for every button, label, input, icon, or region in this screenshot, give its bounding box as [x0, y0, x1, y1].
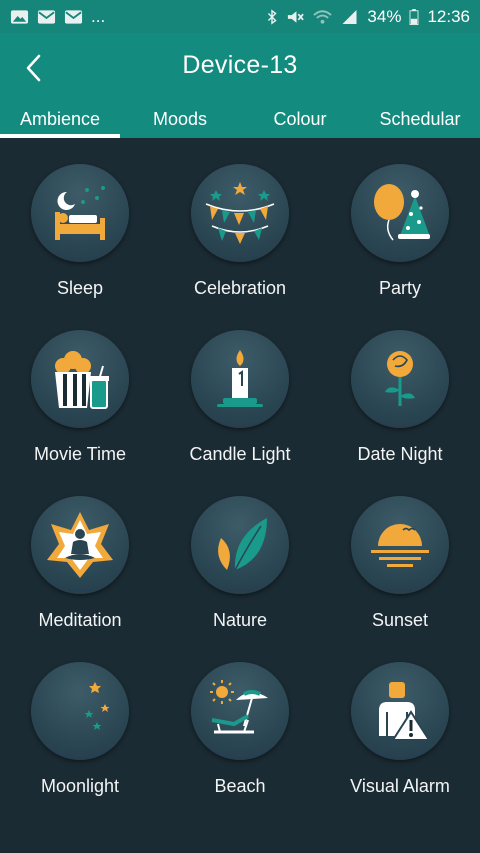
ambience-label: Visual Alarm [350, 776, 450, 796]
ambience-button[interactable] [351, 164, 449, 262]
ambience-tile-candle-light[interactable]: Candle Light [160, 304, 320, 470]
ambience-label: Sunset [371, 610, 429, 630]
ambience-tile-sleep[interactable]: Sleep [0, 138, 160, 304]
ambience-button[interactable] [31, 496, 129, 594]
ambience-button[interactable] [31, 164, 129, 262]
ambience-tile-beach[interactable]: Beach [160, 636, 320, 802]
battery-percent: 34% [367, 6, 402, 26]
ambience-button[interactable] [351, 496, 449, 594]
celebration-icon [205, 182, 275, 244]
ambience-tile-meditation[interactable]: Meditation [0, 470, 160, 636]
candle-light-icon [217, 350, 263, 407]
tab-schedular[interactable]: Schedular [360, 105, 480, 138]
ambience-label: Date Night [357, 444, 443, 464]
movie-time-icon [55, 351, 109, 409]
tab-colour[interactable]: Colour [240, 105, 360, 138]
mail-icon [64, 9, 83, 24]
date-night-icon [385, 351, 415, 406]
clock: 12:36 [427, 6, 470, 26]
ambience-label: Nature [212, 610, 268, 630]
wifi-icon [313, 9, 333, 24]
ambience-label: Candle Light [189, 444, 291, 464]
ambience-label: Celebration [193, 278, 287, 298]
nature-icon [218, 518, 267, 571]
ambience-button[interactable] [351, 330, 449, 428]
ambience-tile-movie-time[interactable]: Movie Time [0, 304, 160, 470]
ambience-button[interactable] [31, 662, 129, 760]
moonlight-icon [60, 682, 110, 738]
ambience-label: Meditation [38, 610, 122, 630]
tab-ambience[interactable]: Ambience [0, 105, 120, 138]
more-notifications: ... [91, 6, 106, 26]
ambience-label: Beach [214, 776, 266, 796]
ambience-tile-visual-alarm[interactable]: Visual Alarm [320, 636, 480, 802]
ambience-label: Movie Time [33, 444, 127, 464]
status-bar: ... 34% 12:36 [0, 0, 480, 33]
party-icon [374, 184, 430, 241]
ambience-tile-sunset[interactable]: Sunset [320, 470, 480, 636]
ambience-button[interactable] [31, 330, 129, 428]
gallery-icon [10, 9, 29, 24]
ambience-button[interactable] [191, 330, 289, 428]
signal-icon [342, 9, 357, 24]
sleep-icon [55, 186, 105, 240]
tab-bar: Ambience Moods Colour Schedular [0, 105, 480, 138]
ambience-tile-date-night[interactable]: Date Night [320, 304, 480, 470]
ambience-tile-nature[interactable]: Nature [160, 470, 320, 636]
ambience-tile-party[interactable]: Party [320, 138, 480, 304]
ambience-button[interactable] [191, 662, 289, 760]
ambience-label: Moonlight [40, 776, 120, 796]
meditation-icon [47, 512, 113, 578]
ambience-label: Sleep [56, 278, 104, 298]
visual-alarm-icon [379, 682, 431, 741]
ambience-label: Party [378, 278, 421, 298]
tab-moods[interactable]: Moods [120, 105, 240, 138]
page-title: Device-13 [182, 51, 298, 79]
notification-icons: ... [10, 7, 105, 27]
mail-icon [37, 9, 56, 24]
ambience-button[interactable] [351, 662, 449, 760]
ambience-button[interactable] [191, 164, 289, 262]
beach-icon [210, 680, 268, 734]
battery-icon [410, 8, 419, 25]
mute-icon [288, 10, 305, 23]
system-icons: 34% 12:36 [266, 7, 470, 27]
sunset-icon [371, 524, 429, 567]
app-bar: Device-13 Ambience Moods Colour Schedula… [0, 33, 480, 138]
ambience-tile-celebration[interactable]: Celebration [160, 138, 320, 304]
bluetooth-icon [268, 8, 278, 25]
ambience-tile-moonlight[interactable]: Moonlight [0, 636, 160, 802]
ambience-button[interactable] [191, 496, 289, 594]
